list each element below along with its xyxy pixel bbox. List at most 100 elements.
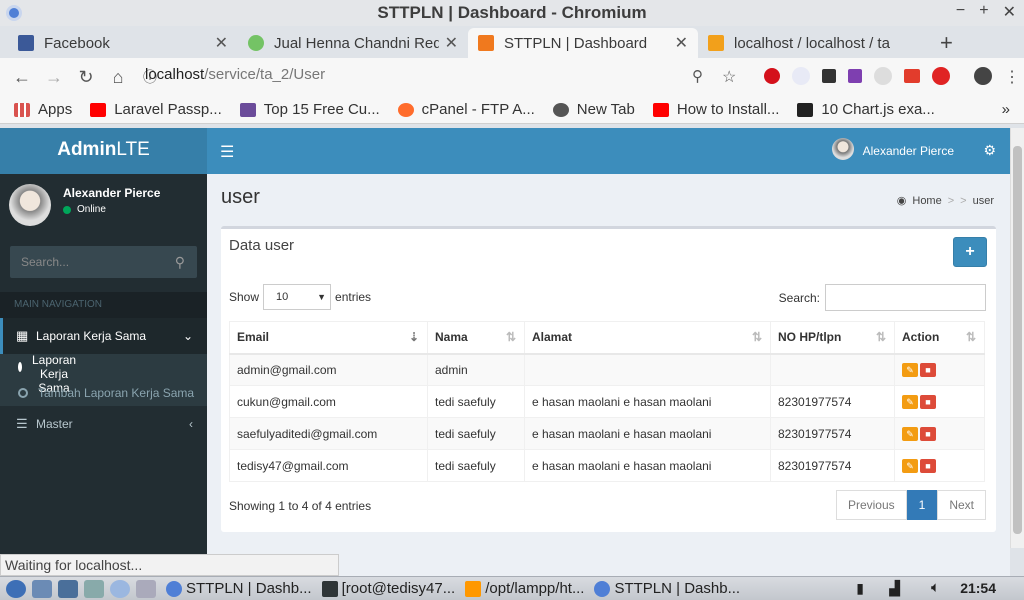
previous-button[interactable]: Previous bbox=[835, 490, 907, 520]
extension-purple-icon[interactable] bbox=[848, 69, 862, 83]
table-search-input[interactable] bbox=[825, 284, 986, 311]
task-editor[interactable]: /opt/lampp/ht... bbox=[465, 580, 584, 597]
edit-icon[interactable]: ✎ bbox=[902, 363, 918, 378]
cell-action: ✎ ■ bbox=[894, 385, 985, 418]
xampp-icon bbox=[478, 35, 494, 51]
trash-icon[interactable]: ■ bbox=[920, 426, 936, 441]
desktop-icon[interactable] bbox=[136, 579, 156, 598]
brand-logo[interactable]: AdminLTE bbox=[0, 128, 207, 174]
apps-grid-icon bbox=[14, 102, 30, 117]
user-menu[interactable]: Alexander Pierce bbox=[831, 138, 954, 160]
battery-icon[interactable]: ▮ bbox=[856, 580, 864, 597]
calculator-icon: ▦ bbox=[16, 328, 29, 343]
window-launcher-icon[interactable] bbox=[84, 579, 104, 598]
avatar bbox=[831, 138, 854, 160]
tab-close-icon[interactable]: ✕ bbox=[215, 33, 228, 53]
sort-asc-icon: ⇣ bbox=[408, 330, 419, 344]
cell-action: ✎ ■ bbox=[894, 449, 985, 482]
json-icon[interactable] bbox=[792, 67, 810, 85]
bookmark-colorlib[interactable]: Top 15 Free Cu... bbox=[239, 101, 380, 118]
edit-icon[interactable]: ✎ bbox=[902, 426, 918, 441]
sidebar-search-input[interactable]: Search... ⚲ bbox=[10, 246, 197, 278]
bookmark-howto[interactable]: How to Install... bbox=[652, 101, 779, 118]
task-terminal[interactable]: [root@tedisy47... bbox=[321, 580, 455, 597]
sidebar-item-list-laporan[interactable]: List Laporan Kerja Sama bbox=[0, 339, 76, 395]
volume-icon[interactable]: 🔈︎ bbox=[931, 579, 940, 596]
zoom-icon[interactable]: ⚲ bbox=[692, 67, 710, 85]
megaphone-icon[interactable] bbox=[904, 69, 920, 83]
extension-gray-icon[interactable] bbox=[874, 67, 892, 85]
profile-icon[interactable] bbox=[974, 67, 992, 85]
bookmark-chartjs[interactable]: 10 Chart.js exa... bbox=[797, 101, 935, 118]
hamburger-icon[interactable]: ☰ bbox=[220, 142, 234, 162]
cell-alamat: e hasan maolani e hasan maolani bbox=[524, 417, 771, 450]
reload-icon[interactable]: ↻ bbox=[70, 67, 102, 88]
window-titlebar: STTPLN | Dashboard - Chromium − + ✕ bbox=[0, 0, 1024, 26]
tab-henna[interactable]: Jual Henna Chandni Red ✕ bbox=[238, 28, 468, 58]
extension-red-icon[interactable] bbox=[932, 67, 950, 85]
page-1-button[interactable]: 1 bbox=[906, 490, 938, 520]
tab-close-icon[interactable]: ✕ bbox=[445, 33, 458, 53]
page-scrollbar[interactable] bbox=[1010, 128, 1024, 548]
column-nama[interactable]: Nama ⇅ bbox=[427, 321, 525, 355]
sidebar-item-laporan[interactable]: ▦ Laporan Kerja Sama ⌄ bbox=[0, 318, 207, 354]
column-action[interactable]: Action ⇅ bbox=[894, 321, 985, 355]
star-icon[interactable]: ☆ bbox=[722, 67, 740, 86]
menu-dots-icon[interactable]: ⋮ bbox=[1004, 67, 1020, 86]
file-manager-icon[interactable] bbox=[32, 579, 52, 598]
add-user-button[interactable]: + bbox=[953, 237, 987, 267]
page-title: user bbox=[221, 186, 260, 208]
more-bookmarks-icon[interactable]: » bbox=[1002, 101, 1010, 118]
sort-icon: ⇅ bbox=[875, 330, 886, 344]
x-icon[interactable] bbox=[822, 69, 836, 83]
terminal-launcher-icon[interactable] bbox=[58, 579, 78, 598]
close-icon[interactable]: ✕ bbox=[1003, 2, 1016, 22]
cell-email: admin@gmail.com bbox=[229, 353, 428, 386]
edit-icon[interactable]: ✎ bbox=[902, 458, 918, 473]
box-title: Data user bbox=[229, 237, 295, 254]
gears-icon[interactable]: ⚙ bbox=[983, 142, 996, 159]
column-email[interactable]: Email ⇣ bbox=[229, 321, 428, 355]
maximize-icon[interactable]: + bbox=[979, 2, 988, 22]
cell-nama: tedi saefuly bbox=[427, 417, 525, 450]
next-button[interactable]: Next bbox=[937, 490, 986, 520]
home-icon[interactable]: ⌂ bbox=[102, 67, 134, 88]
entries-select[interactable]: 10 ▼ bbox=[263, 284, 332, 310]
new-tab-icon[interactable]: + bbox=[940, 28, 953, 58]
tab-close-icon[interactable]: ✕ bbox=[675, 33, 688, 53]
forward-icon[interactable]: → bbox=[38, 67, 70, 88]
signal-icon[interactable]: ▟ bbox=[889, 580, 900, 597]
table-info: Showing 1 to 4 of 4 entries bbox=[229, 499, 372, 513]
url-path: /service/ta_2/User bbox=[204, 66, 326, 83]
address-bar[interactable]: localhost/service/ta_2/User bbox=[145, 66, 325, 83]
bookmark-laravel[interactable]: Laravel Passp... bbox=[90, 101, 222, 118]
search-icon[interactable]: ⚲ bbox=[175, 246, 185, 278]
sidebar-item-master[interactable]: ☰ Master ‹ bbox=[0, 406, 207, 442]
tab-sttpln[interactable]: STTPLN | Dashboard ✕ bbox=[468, 28, 698, 58]
user-name: Alexander Pierce bbox=[63, 186, 161, 200]
chromium-launcher-icon[interactable] bbox=[110, 579, 130, 598]
trash-icon[interactable]: ■ bbox=[920, 458, 936, 473]
bookmark-cpanel[interactable]: cPanel - FTP A... bbox=[397, 101, 535, 118]
column-alamat[interactable]: Alamat ⇅ bbox=[524, 321, 771, 355]
back-icon[interactable]: ← bbox=[6, 67, 38, 88]
adblock-icon[interactable] bbox=[764, 68, 780, 84]
task-chromium-2[interactable]: STTPLN | Dashb... bbox=[594, 580, 740, 597]
column-hp[interactable]: NO HP/tlpn ⇅ bbox=[770, 321, 895, 355]
trash-icon[interactable]: ■ bbox=[920, 394, 936, 409]
breadcrumb-home[interactable]: Home bbox=[912, 195, 941, 207]
start-menu-icon[interactable] bbox=[6, 579, 26, 598]
bookmark-apps[interactable]: Apps bbox=[14, 101, 72, 118]
tab-facebook[interactable]: Facebook ✕ bbox=[8, 28, 238, 58]
tab-phpmyadmin[interactable]: localhost / localhost / ta bbox=[698, 28, 928, 58]
bookmark-newtab[interactable]: New Tab bbox=[552, 101, 635, 118]
cell-hp bbox=[770, 353, 895, 386]
edit-icon[interactable]: ✎ bbox=[902, 394, 918, 409]
scrollbar-thumb[interactable] bbox=[1013, 146, 1022, 534]
cell-hp: 82301977574 bbox=[770, 417, 895, 450]
minimize-icon[interactable]: − bbox=[956, 2, 965, 22]
toolbar: ← → ↻ ⌂ ⓘ localhost/service/ta_2/User ⚲ … bbox=[0, 58, 1024, 96]
task-chromium-1[interactable]: STTPLN | Dashb... bbox=[166, 580, 312, 597]
cell-hp: 82301977574 bbox=[770, 449, 895, 482]
trash-icon[interactable]: ■ bbox=[920, 363, 936, 378]
